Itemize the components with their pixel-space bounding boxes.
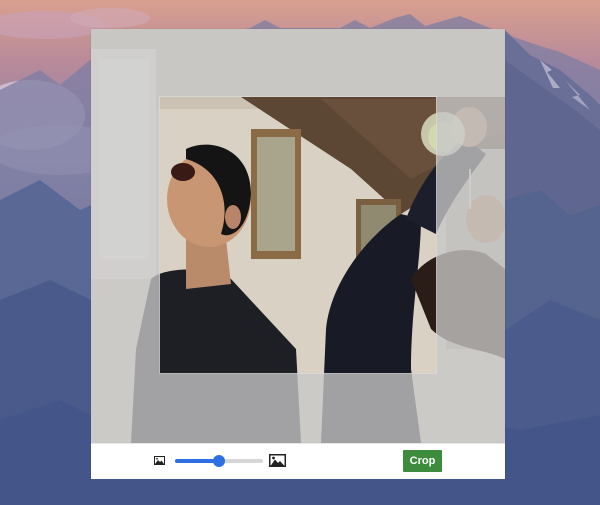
crop-canvas [91, 29, 505, 443]
crop-mask-bottom [91, 373, 505, 443]
crop-dialog: Crop [91, 29, 505, 479]
zoom-slider[interactable] [175, 455, 263, 467]
crop-selection-box[interactable] [159, 96, 437, 374]
zoom-slider-thumb[interactable] [213, 455, 225, 467]
image-small-icon[interactable] [154, 456, 165, 465]
crop-mask-right [436, 97, 505, 373]
crop-toolbar: Crop [91, 443, 505, 479]
crop-mask-left [91, 97, 160, 373]
crop-button[interactable]: Crop [403, 450, 442, 472]
crop-mask-top [91, 29, 505, 97]
image-large-icon[interactable] [269, 454, 286, 467]
